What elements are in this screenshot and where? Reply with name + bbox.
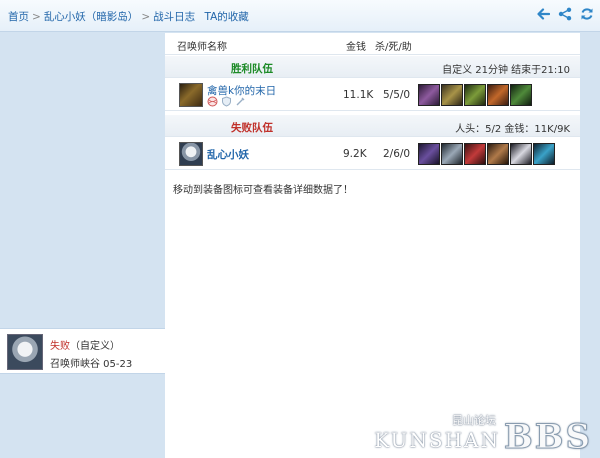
hint-text: 移动到装备图标可查看装备详细数据了！: [173, 185, 353, 196]
item-slots: [418, 84, 532, 106]
match-detail-panel: 召唤师名称 金钱 杀/死/助 胜利队伍 自定义 21分钟 结束于21:10 禽兽…: [165, 33, 580, 458]
win-team-label: 胜利队伍: [231, 63, 273, 75]
player-gold: 11.1K: [343, 89, 374, 101]
player-gold: 9.2K: [343, 148, 367, 160]
item-icon[interactable]: [441, 84, 463, 106]
sidebar: [0, 33, 165, 458]
item-icon[interactable]: [510, 84, 532, 106]
crumb-spacer: [198, 11, 201, 23]
player-kda: 5/5/0: [383, 89, 411, 101]
game-record-card[interactable]: 失败（自定义） 召唤师峡谷 05-23: [0, 328, 165, 374]
lose-team-bar: 失败队伍 人头：5/2 金钱：11K/9K: [165, 115, 580, 137]
header-name: 召唤师名称: [177, 42, 227, 53]
player-kda: 2/6/0: [383, 148, 411, 160]
champion-portrait: [179, 83, 203, 107]
breadcrumb: 首页 > 乱心小妖（暗影岛） > 战斗日志 TA的收藏: [8, 9, 249, 24]
item-slots: [418, 143, 555, 165]
watermark-cn: 昆山论坛: [452, 414, 496, 427]
back-arrow-icon[interactable]: [536, 7, 550, 21]
lose-team-info: 人头：5/2 金钱：11K/9K: [455, 124, 570, 135]
scrollbar-track[interactable]: [580, 33, 600, 458]
item-icon[interactable]: [441, 143, 463, 165]
player-badges: [207, 96, 246, 107]
item-icon[interactable]: [487, 143, 509, 165]
forum-watermark: 昆山论坛 KUNSHAN BBS: [374, 414, 592, 457]
crumb-home[interactable]: 首页: [8, 11, 29, 23]
crumb-battle-log[interactable]: 战斗日志: [153, 11, 195, 23]
crumb-favorites[interactable]: TA的收藏: [204, 11, 248, 23]
crumb-separator: >: [32, 11, 41, 23]
crumb-separator: >: [141, 11, 151, 23]
top-bar: 首页 > 乱心小妖（暗影岛） > 战斗日志 TA的收藏: [0, 0, 600, 32]
game-map-date: 召唤师峡谷 05-23: [50, 359, 133, 370]
item-icon[interactable]: [510, 143, 532, 165]
game-mode: （自定义）: [70, 341, 120, 352]
table-header: 召唤师名称 金钱 杀/死/助: [165, 33, 580, 55]
item-icon[interactable]: [418, 84, 440, 106]
watermark-en: KUNSHAN: [374, 428, 500, 452]
watermark-bbs: BBS: [503, 417, 592, 457]
item-icon[interactable]: [464, 143, 486, 165]
win-team-info: 自定义 21分钟 结束于21:10: [442, 65, 570, 76]
refresh-icon[interactable]: [580, 7, 594, 21]
player-row[interactable]: 禽兽k你的末日 11.1K 5/5/0: [165, 79, 580, 111]
player-row[interactable]: 乱心小妖 9.2K 2/6/0: [165, 138, 580, 170]
champion-portrait: [179, 142, 203, 166]
item-icon[interactable]: [533, 143, 555, 165]
header-kda: 杀/死/助: [375, 42, 412, 53]
item-icon[interactable]: [464, 84, 486, 106]
player-name[interactable]: 乱心小妖: [207, 147, 249, 162]
champion-avatar: [7, 334, 43, 370]
item-icon[interactable]: [418, 143, 440, 165]
lose-team-label: 失败队伍: [231, 122, 273, 134]
sword-badge-icon: [235, 96, 246, 107]
toolbar-icons: [536, 7, 594, 21]
win-team-bar: 胜利队伍 自定义 21分钟 结束于21:10: [165, 56, 580, 78]
header-gold: 金钱: [346, 42, 366, 53]
game-result-line: 失败（自定义）: [50, 337, 120, 352]
shield-badge-icon: [221, 96, 232, 107]
game-result: 失败: [50, 341, 70, 352]
crumb-player[interactable]: 乱心小妖（暗影岛）: [44, 11, 139, 23]
ball-badge-icon: [207, 96, 218, 107]
item-icon[interactable]: [487, 84, 509, 106]
share-icon[interactable]: [558, 7, 572, 21]
